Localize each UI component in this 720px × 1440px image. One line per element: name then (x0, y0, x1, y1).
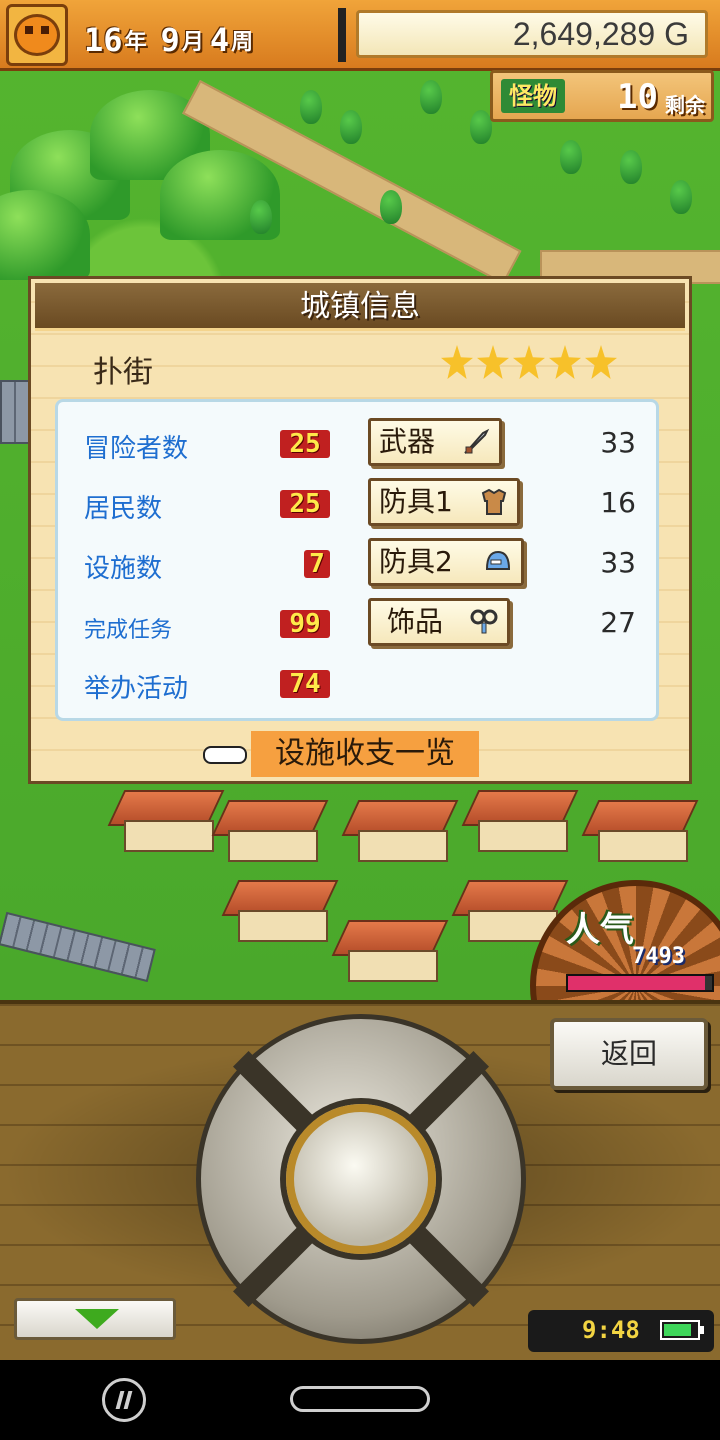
pointing-hand-icon (203, 740, 247, 768)
stat-value-facilities: 7 (304, 550, 330, 578)
tree (670, 180, 692, 214)
stone-fence (0, 380, 30, 444)
tree (300, 90, 322, 124)
home-pill-button[interactable] (290, 1386, 430, 1412)
star-icon (441, 345, 473, 379)
battery-icon (660, 1320, 704, 1340)
equip-armor1[interactable]: 防具1 (368, 478, 520, 526)
tree (620, 150, 642, 184)
back-button[interactable]: 返回 (550, 1018, 708, 1090)
stat-value-adventurers: 25 (280, 430, 330, 458)
accessory-icon (470, 609, 498, 634)
town-info-dialog: 城镇信息 扑街 冒险者数 25 居民数 25 设施数 7 完成任务 99 举办活… (28, 276, 692, 784)
week-unit: 周 (231, 30, 254, 55)
stat-label-facilities: 设施数 (84, 554, 163, 584)
year-value: 16 (84, 21, 123, 59)
confirm-button[interactable] (286, 1104, 436, 1254)
building (331, 920, 449, 982)
monster-counter: 怪物 10 剩余 (490, 70, 714, 122)
equip-armor2[interactable]: 防具2 (368, 538, 524, 586)
tree (340, 110, 362, 144)
month-unit: 月 (181, 30, 204, 55)
pumpkin-icon[interactable] (6, 4, 68, 66)
equip-armor2-count: 33 (600, 546, 636, 579)
monster-unit: 剩余 (665, 93, 705, 117)
tree (380, 190, 402, 224)
hud-divider (338, 8, 346, 62)
building (107, 790, 225, 852)
game-date: 16 年 9 月 4 周 (84, 14, 267, 58)
popularity-bar-fill (568, 976, 705, 990)
battery-level (664, 1324, 692, 1336)
status-clock: 9:48 (528, 1310, 714, 1352)
stats-panel: 冒险者数 25 居民数 25 设施数 7 完成任务 99 举办活动 74 武器 … (55, 399, 659, 721)
facility-income-link[interactable]: 设施收支一览 (203, 731, 479, 777)
tree (420, 80, 442, 114)
building (451, 880, 569, 942)
stone-fence (0, 911, 156, 983)
stat-value-residents: 25 (280, 490, 330, 518)
building (581, 800, 699, 862)
star-icon (549, 345, 581, 379)
equip-weapon-label: 武器 (379, 425, 436, 458)
menu-toggle-button[interactable] (14, 1298, 176, 1340)
popularity-label: 人气 (566, 910, 634, 950)
monster-label: 怪物 (501, 79, 565, 113)
building (211, 800, 329, 862)
month-value: 9 (160, 21, 180, 59)
armor-icon (481, 488, 507, 515)
equip-weapon[interactable]: 武器 (368, 418, 502, 466)
star-icon (513, 345, 545, 379)
helmet-icon (485, 550, 511, 570)
star-icon (477, 345, 509, 379)
tree (250, 200, 272, 234)
stat-label-quests: 完成任务 (84, 618, 173, 643)
chevron-down-icon (75, 1309, 119, 1329)
star-icon (585, 345, 617, 379)
dialog-title: 城镇信息 (35, 283, 685, 331)
popularity-value: 7493 (632, 944, 685, 969)
directional-pad[interactable] (196, 1014, 526, 1344)
year-unit: 年 (124, 30, 147, 55)
equip-accessory[interactable]: 饰品 (368, 598, 510, 646)
equip-armor2-label: 防具2 (379, 545, 453, 578)
stat-value-quests: 99 (280, 610, 330, 638)
monster-count: 10 (617, 77, 658, 117)
stat-label-events: 举办活动 (84, 674, 189, 704)
stat-label-residents: 居民数 (84, 494, 163, 524)
equip-armor1-label: 防具1 (379, 485, 453, 518)
star-rating (441, 345, 617, 379)
app-switch-icon[interactable] (102, 1378, 146, 1422)
facility-income-label: 设施收支一览 (251, 731, 479, 777)
system-navbar (0, 1360, 720, 1440)
equip-weapon-count: 33 (600, 426, 636, 459)
sword-icon (464, 428, 490, 454)
tree (560, 140, 582, 174)
top-hud: 16 年 9 月 4 周 2,649,289 G (0, 0, 720, 71)
week-value: 4 (209, 21, 230, 59)
clock-time: 9:48 (582, 1316, 640, 1344)
stat-label-adventurers: 冒险者数 (84, 434, 189, 464)
stat-value-events: 74 (280, 670, 330, 698)
building (221, 880, 339, 942)
gold-amount: 2,649,289 G (356, 10, 708, 58)
building (341, 800, 459, 862)
town-name: 扑街 (93, 355, 153, 390)
equip-accessory-label: 饰品 (387, 605, 444, 638)
equip-accessory-count: 27 (600, 606, 636, 639)
building (461, 790, 579, 852)
equip-armor1-count: 16 (600, 486, 636, 519)
tree (470, 110, 492, 144)
popularity-bar (566, 974, 714, 992)
